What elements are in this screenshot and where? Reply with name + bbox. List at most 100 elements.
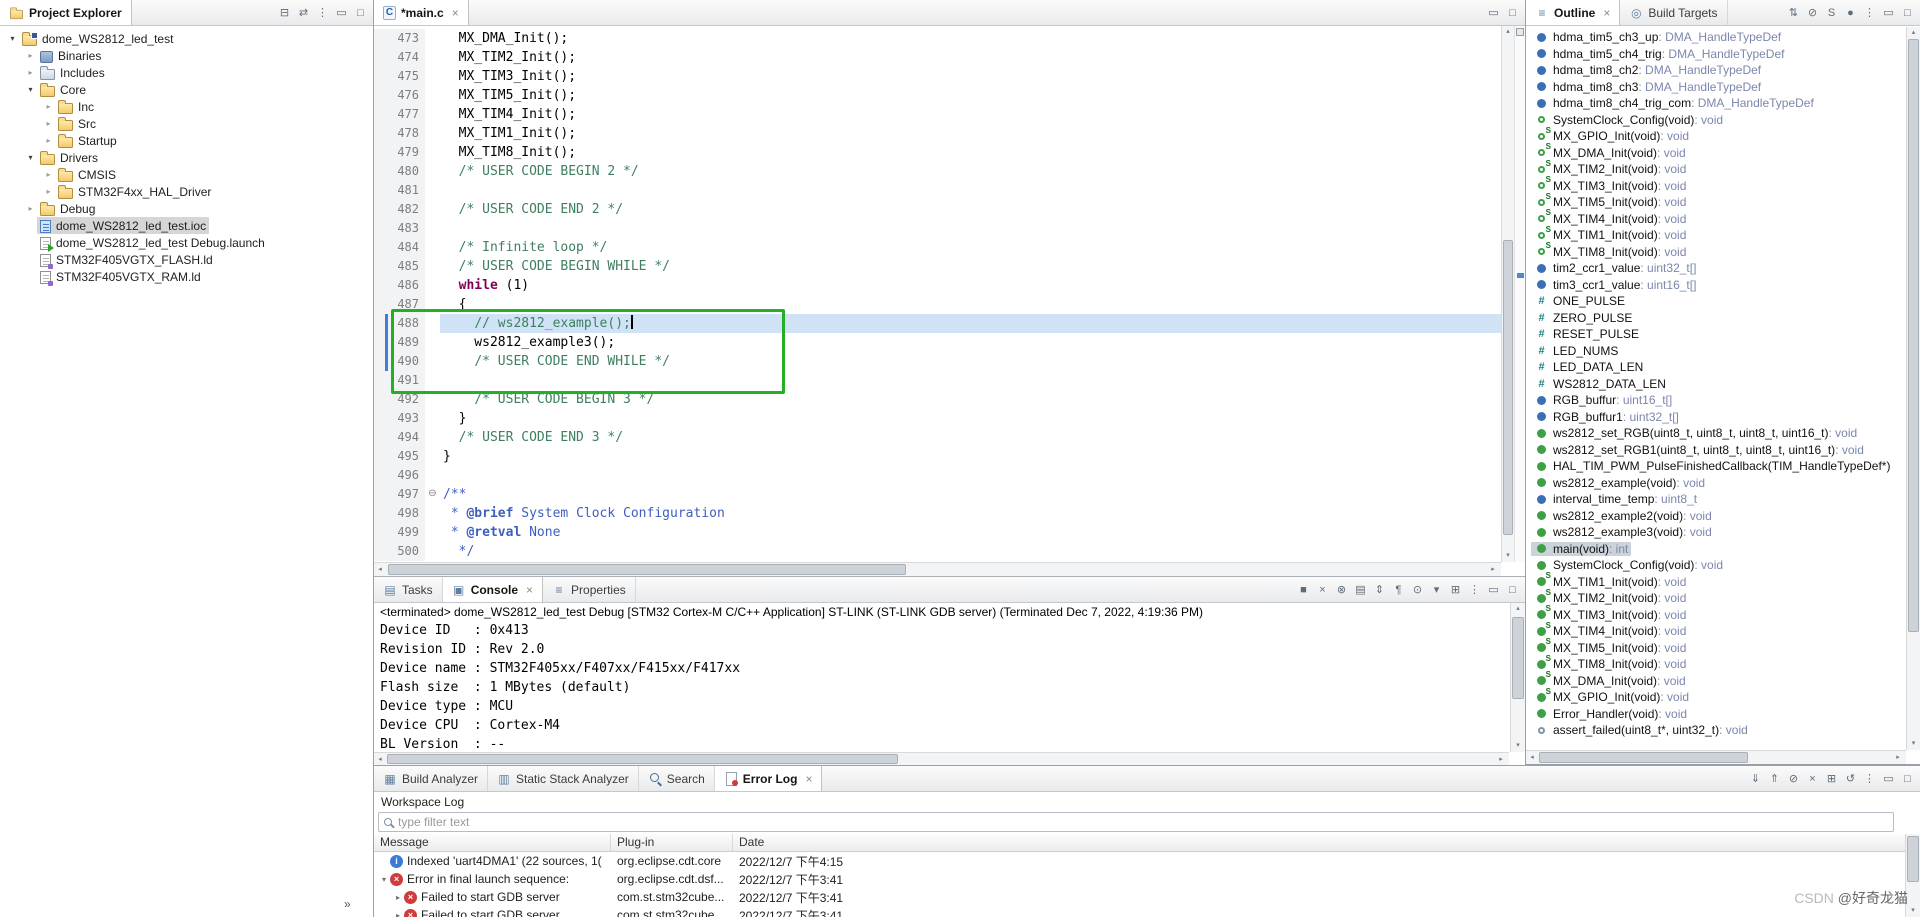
code-text[interactable]: // ws2812_example(); bbox=[440, 314, 1501, 333]
collapse-arrow-icon[interactable]: ▾ bbox=[6, 34, 19, 43]
maximize-icon[interactable]: □ bbox=[1899, 770, 1916, 787]
scrollbar-thumb[interactable] bbox=[388, 564, 906, 575]
tree-item-inc[interactable]: ▸Inc bbox=[0, 98, 373, 115]
outline-item[interactable]: #LED_DATA_LEN bbox=[1526, 359, 1906, 376]
scroll-up-icon[interactable]: ▴ bbox=[1502, 26, 1514, 38]
line-number[interactable]: 490 bbox=[388, 352, 425, 371]
tab-main-c[interactable]: C *main.c × bbox=[374, 0, 469, 25]
outline-item[interactable]: tim3_ccr1_value : uint16_t[] bbox=[1526, 277, 1906, 294]
column-message[interactable]: Message bbox=[374, 834, 611, 851]
line-number[interactable]: 473 bbox=[388, 29, 425, 48]
tree-item-stm32f405vgtx-flash-ld[interactable]: STM32F405VGTX_FLASH.ld bbox=[0, 251, 373, 268]
outline-item[interactable]: Error_Handler(void) : void bbox=[1526, 706, 1906, 723]
code-text[interactable]: MX_TIM4_Init(); bbox=[440, 105, 1501, 124]
outline-item[interactable]: assert_failed(uint8_t*, uint32_t) : void bbox=[1526, 722, 1906, 739]
outline-item[interactable]: SMX_TIM8_Init(void) : void bbox=[1526, 244, 1906, 261]
column-plugin[interactable]: Plug-in bbox=[611, 834, 733, 851]
code-text[interactable]: /* USER CODE BEGIN WHILE */ bbox=[440, 257, 1501, 276]
scroll-down-icon[interactable]: ▾ bbox=[1502, 550, 1514, 562]
remove-launch-icon[interactable]: × bbox=[1314, 581, 1331, 598]
code-text[interactable]: MX_TIM8_Init(); bbox=[440, 143, 1501, 162]
outline-item[interactable]: main(void) : int bbox=[1526, 541, 1906, 558]
outline-item[interactable]: #ZERO_PULSE bbox=[1526, 310, 1906, 327]
outline-item[interactable]: ws2812_example(void) : void bbox=[1526, 475, 1906, 492]
scrollbar-thumb[interactable] bbox=[1907, 836, 1919, 882]
scrollbar-thumb[interactable] bbox=[387, 754, 898, 764]
outline-item[interactable]: ws2812_example2(void) : void bbox=[1526, 508, 1906, 525]
line-number[interactable]: 474 bbox=[388, 48, 425, 67]
log-row[interactable]: iIndexed 'uart4DMA1' (22 sources, 1(org.… bbox=[374, 852, 1905, 870]
expand-arrow-icon[interactable]: ▸ bbox=[24, 51, 37, 60]
tree-item-includes[interactable]: ▸Includes bbox=[0, 64, 373, 81]
line-number[interactable]: 496 bbox=[388, 466, 425, 485]
outline-item[interactable]: SMX_GPIO_Init(void) : void bbox=[1526, 128, 1906, 145]
minimized-views-chevron[interactable]: » bbox=[344, 897, 350, 911]
scroll-up-icon[interactable]: ▴ bbox=[1907, 27, 1920, 39]
outline-item[interactable]: SMX_TIM2_Init(void) : void bbox=[1526, 161, 1906, 178]
expand-arrow-icon[interactable]: ▸ bbox=[392, 893, 404, 902]
line-number[interactable]: 480 bbox=[388, 162, 425, 181]
code-text[interactable]: /* USER CODE END 2 */ bbox=[440, 200, 1501, 219]
line-number[interactable]: 493 bbox=[388, 409, 425, 428]
collapse-arrow-icon[interactable]: ▾ bbox=[24, 85, 37, 94]
restore-log-icon[interactable]: ↺ bbox=[1842, 770, 1859, 787]
tree-item-stm32f4xx-hal-driver[interactable]: ▸STM32F4xx_HAL_Driver bbox=[0, 183, 373, 200]
outline-item[interactable]: ws2812_example3(void) : void bbox=[1526, 524, 1906, 541]
outline-item[interactable]: SMX_TIM1_Init(void) : void bbox=[1526, 574, 1906, 591]
close-icon[interactable]: × bbox=[805, 772, 812, 786]
close-icon[interactable]: × bbox=[452, 6, 459, 20]
line-number[interactable]: 475 bbox=[388, 67, 425, 86]
minimize-icon[interactable]: ▭ bbox=[1485, 4, 1502, 21]
outline-item[interactable]: interval_time_temp : uint8_t bbox=[1526, 491, 1906, 508]
clear-log-icon[interactable]: ⊘ bbox=[1785, 770, 1802, 787]
tree-item-dome-ws2812-led-test-debug-launch[interactable]: dome_WS2812_led_test Debug.launch bbox=[0, 234, 373, 251]
export-log-icon[interactable]: ⇓ bbox=[1747, 770, 1764, 787]
tree-item-core[interactable]: ▾Core bbox=[0, 81, 373, 98]
scrollbar-thumb[interactable] bbox=[1539, 752, 1748, 763]
line-number[interactable]: 477 bbox=[388, 105, 425, 124]
outline-item[interactable]: SMX_TIM3_Init(void) : void bbox=[1526, 607, 1906, 624]
code-text[interactable] bbox=[440, 371, 1501, 390]
tree-item-dome-ws2812-led-test[interactable]: ▾dome_WS2812_led_test bbox=[0, 30, 373, 47]
tree-item-startup[interactable]: ▸Startup bbox=[0, 132, 373, 149]
tab-build-targets[interactable]: ◎Build Targets bbox=[1620, 0, 1727, 25]
minimize-icon[interactable]: ▭ bbox=[333, 4, 350, 21]
expand-arrow-icon[interactable]: ▸ bbox=[24, 68, 37, 77]
expand-arrow-icon[interactable]: ▸ bbox=[42, 170, 55, 179]
fold-collapse-icon[interactable]: ⊖ bbox=[425, 485, 440, 504]
line-number[interactable]: 483 bbox=[388, 219, 425, 238]
code-text[interactable]: { bbox=[440, 295, 1501, 314]
maximize-icon[interactable]: □ bbox=[1899, 4, 1916, 21]
code-text[interactable] bbox=[440, 219, 1501, 238]
view-menu-icon[interactable]: ⋮ bbox=[314, 4, 331, 21]
scrollbar-thumb[interactable] bbox=[1908, 39, 1919, 632]
outline-item[interactable]: SMX_TIM2_Init(void) : void bbox=[1526, 590, 1906, 607]
code-text[interactable]: MX_TIM3_Init(); bbox=[440, 67, 1501, 86]
outline-item[interactable]: SystemClock_Config(void) : void bbox=[1526, 557, 1906, 574]
outline-item[interactable]: SMX_TIM4_Init(void) : void bbox=[1526, 623, 1906, 640]
code-text[interactable]: /* Infinite loop */ bbox=[440, 238, 1501, 257]
tab-build-analyzer[interactable]: ▦Build Analyzer bbox=[374, 766, 488, 791]
expand-arrow-icon[interactable]: ▸ bbox=[24, 204, 37, 213]
pin-console-icon[interactable]: ⊙ bbox=[1409, 581, 1426, 598]
code-text[interactable]: ws2812_example3(); bbox=[440, 333, 1501, 352]
outline-horizontal-scrollbar[interactable]: ◂ ▸ bbox=[1526, 750, 1906, 764]
line-number[interactable]: 499 bbox=[388, 523, 425, 542]
line-number[interactable]: 479 bbox=[388, 143, 425, 162]
outline-item[interactable]: SMX_TIM4_Init(void) : void bbox=[1526, 211, 1906, 228]
outline-item[interactable]: SMX_GPIO_Init(void) : void bbox=[1526, 689, 1906, 706]
line-number[interactable]: 481 bbox=[388, 181, 425, 200]
outline-item[interactable]: tim2_ccr1_value : uint32_t[] bbox=[1526, 260, 1906, 277]
scroll-right-icon[interactable]: ▸ bbox=[1495, 753, 1507, 765]
log-row[interactable]: ▸×Failed to start GDB servercom.st.stm32… bbox=[374, 888, 1905, 906]
outline-item[interactable]: SMX_TIM8_Init(void) : void bbox=[1526, 656, 1906, 673]
tree-item-debug[interactable]: ▸Debug bbox=[0, 200, 373, 217]
scroll-left-icon[interactable]: ◂ bbox=[1526, 751, 1538, 764]
code-text[interactable]: MX_TIM5_Init(); bbox=[440, 86, 1501, 105]
scrollbar-thumb[interactable] bbox=[1512, 617, 1524, 699]
line-number[interactable]: 485 bbox=[388, 257, 425, 276]
code-text[interactable]: while (1) bbox=[440, 276, 1501, 295]
hide-non-public-members-icon[interactable]: ● bbox=[1842, 4, 1859, 21]
code-text[interactable]: /* USER CODE BEGIN 2 */ bbox=[440, 162, 1501, 181]
tab-outline[interactable]: ≡Outline× bbox=[1526, 0, 1620, 25]
